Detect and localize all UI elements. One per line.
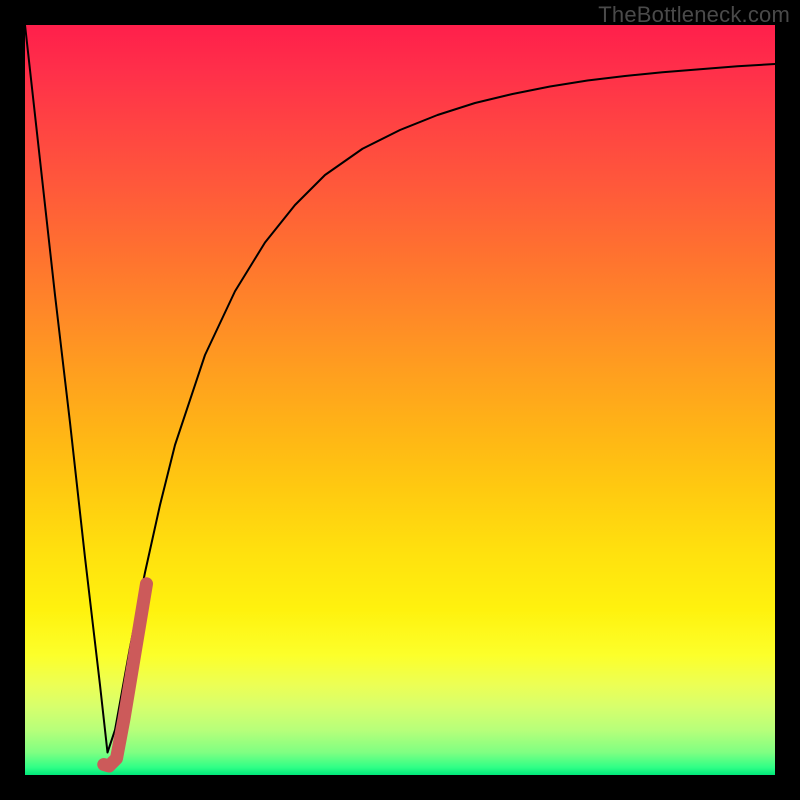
highlight-segment: [104, 584, 147, 766]
plot-area: [25, 25, 775, 775]
chart-stage: TheBottleneck.com: [0, 0, 800, 800]
curve-layer: [25, 25, 775, 775]
